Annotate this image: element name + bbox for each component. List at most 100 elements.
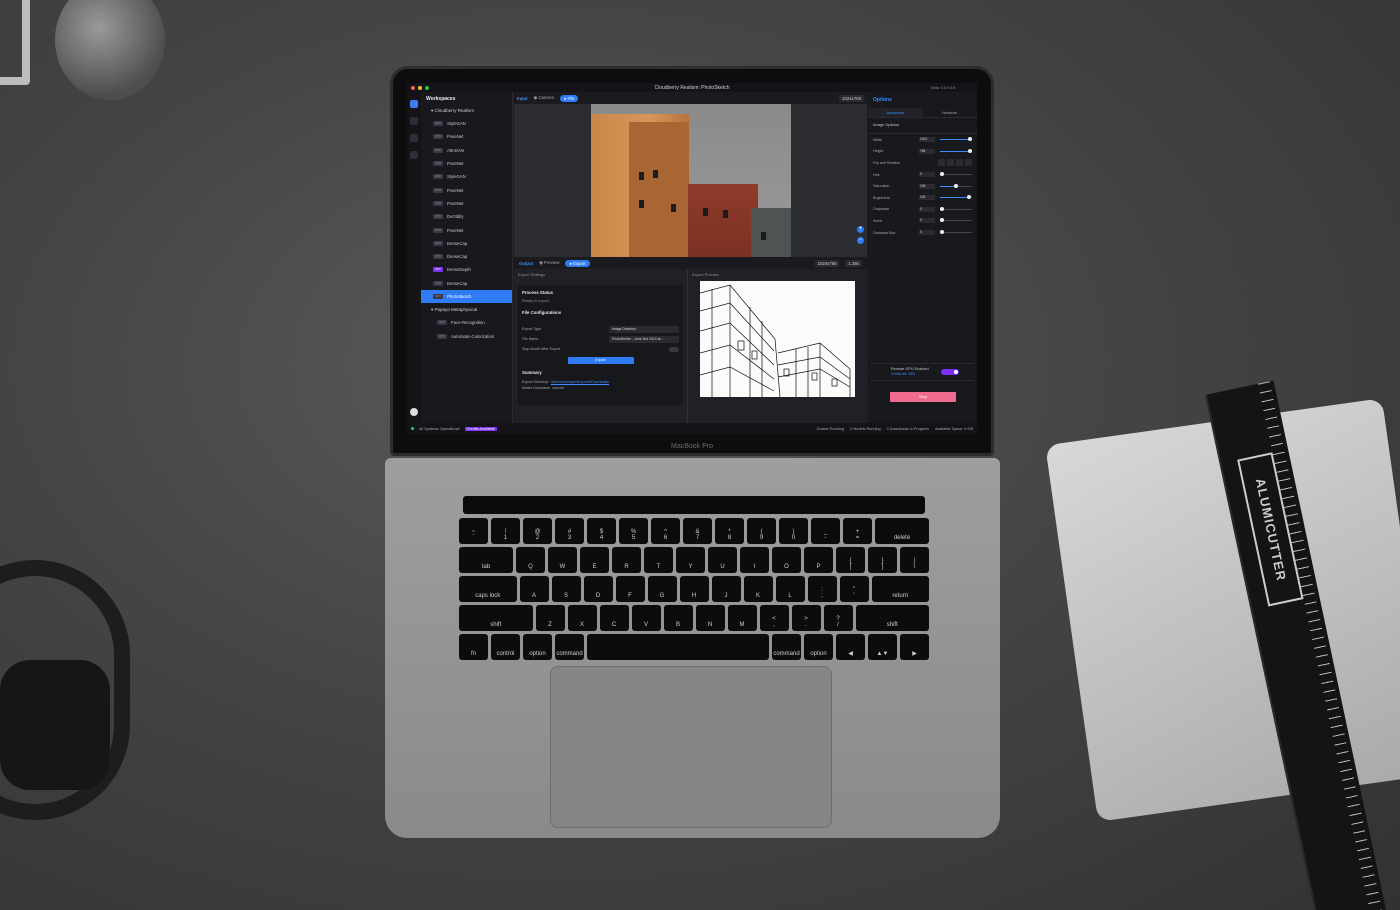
key[interactable]: Y — [676, 547, 705, 573]
sidebar-item-stylegan[interactable]: GPU StyleGAN — [421, 170, 512, 183]
key[interactable]: G — [647, 576, 677, 602]
key[interactable]: K — [743, 576, 773, 602]
avatar[interactable] — [410, 408, 418, 416]
flip-horizontal-icon[interactable] — [938, 159, 945, 167]
models-icon[interactable] — [410, 151, 418, 159]
sidebar-item-photosketch[interactable]: GPU PhotoSketch — [421, 289, 512, 304]
key[interactable]: Q — [516, 547, 545, 573]
tab-advanced[interactable]: Advanced — [868, 108, 923, 117]
sidebar-item-densecap[interactable]: GPU DenseCap — [421, 237, 512, 250]
stop-button[interactable]: Stop — [890, 392, 956, 402]
key[interactable]: @ 2 — [523, 518, 552, 544]
key[interactable]: shift — [459, 605, 533, 631]
key[interactable]: % 5 — [619, 518, 648, 544]
layers-icon[interactable] — [410, 117, 418, 125]
saturation-slider[interactable] — [940, 183, 972, 188]
key[interactable]: ( 9 — [747, 518, 776, 544]
export-button[interactable]: Export — [567, 357, 634, 364]
key[interactable]: T — [644, 547, 673, 573]
sidebar-item-stylegan[interactable]: GPU StyleGAN — [421, 117, 512, 130]
height-slider-handle[interactable] — [968, 148, 973, 153]
key[interactable]: { [ — [836, 547, 865, 573]
tab-network[interactable]: Network — [923, 108, 978, 117]
key[interactable]: W — [548, 547, 577, 573]
key[interactable]: $ 4 — [587, 518, 616, 544]
trackpad[interactable] — [550, 666, 832, 828]
sidebar-item-deoldify[interactable]: CPU DeOldify — [421, 210, 512, 223]
file-tab[interactable]: ● File — [559, 94, 579, 102]
key[interactable]: ? / — [823, 605, 853, 631]
key[interactable]: F — [615, 576, 645, 602]
link-icon[interactable] — [410, 134, 418, 142]
width-value-input[interactable]: 1024 — [919, 137, 935, 143]
key[interactable]: P — [804, 547, 833, 573]
key[interactable]: command — [772, 634, 801, 660]
key[interactable]: S — [551, 576, 581, 602]
key[interactable]: tab — [459, 547, 513, 573]
height-value-input[interactable]: 768 — [919, 148, 935, 154]
blur-slider-handle[interactable] — [939, 230, 944, 235]
key[interactable]: X — [567, 605, 597, 631]
key[interactable]: shift — [855, 605, 929, 631]
key[interactable]: A — [519, 576, 549, 602]
sidebar-item-densedepth[interactable]: GPU DenseDepth — [421, 263, 512, 276]
hue-slider-handle[interactable] — [939, 172, 944, 177]
sidebar-item-face-recognition[interactable]: CPU Face-Recognition — [421, 316, 512, 329]
key[interactable]: M — [727, 605, 757, 631]
key[interactable]: delete — [875, 518, 929, 544]
key[interactable]: ^ 6 — [651, 518, 680, 544]
hue-slider[interactable] — [939, 172, 972, 177]
key[interactable]: return — [871, 576, 929, 602]
key[interactable]: E — [580, 547, 609, 573]
zoom-in-button[interactable]: + — [857, 226, 864, 233]
export-tab[interactable]: ● Export — [565, 259, 590, 267]
key[interactable]: C — [599, 605, 629, 631]
key[interactable]: : ; — [807, 576, 837, 602]
key[interactable]: O — [772, 547, 801, 573]
sidebar-item-densecap[interactable]: CPU DenseCap — [421, 277, 512, 290]
key[interactable]: _ - — [811, 518, 840, 544]
credits-badge[interactable]: Credits Available — [464, 426, 497, 431]
export-directory-link[interactable]: /Users/runwayml/exports/Downloads — [551, 380, 609, 384]
key[interactable]: caps lock — [459, 576, 517, 602]
invert-slider-handle[interactable] — [939, 218, 944, 223]
touch-bar[interactable] — [463, 496, 925, 514]
key[interactable]: " ' — [839, 576, 869, 602]
key[interactable]: B — [663, 605, 693, 631]
key[interactable]: L — [775, 576, 805, 602]
key[interactable]: R — [612, 547, 641, 573]
workspace-group-cloudberry[interactable]: ▾ Cloudberry Realism — [421, 106, 512, 117]
brightness-value-input[interactable]: 100 — [919, 195, 935, 201]
zoom-out-button[interactable]: − — [857, 237, 864, 244]
flip-vertical-icon[interactable] — [947, 159, 954, 167]
key[interactable]: option — [804, 634, 833, 660]
rotate-left-icon[interactable] — [956, 159, 963, 167]
key[interactable]: Z — [535, 605, 565, 631]
key[interactable]: ◀ — [836, 634, 865, 660]
file-name-input[interactable]: PhotoSketch - June 3nd 2019 at... — [609, 335, 679, 343]
width-slider[interactable] — [940, 137, 973, 142]
key[interactable]: fn — [459, 634, 488, 660]
workspaces-icon[interactable] — [410, 100, 418, 108]
key[interactable]: V — [631, 605, 661, 631]
blur-slider[interactable] — [939, 230, 972, 235]
key[interactable]: * 8 — [715, 518, 744, 544]
height-slider[interactable] — [940, 148, 973, 153]
hue-value-input[interactable]: 0 — [919, 172, 935, 178]
brightness-slider[interactable] — [940, 195, 972, 200]
sidebar-item-densecap[interactable]: CPU DenseCap — [421, 250, 512, 263]
stop-model-toggle[interactable] — [669, 346, 679, 352]
key[interactable]: } ] — [868, 547, 897, 573]
remote-gpu-toggle[interactable] — [941, 369, 959, 375]
invert-value-input[interactable]: 0 — [919, 218, 935, 224]
key[interactable]: + = — [843, 518, 872, 544]
blur-value-input[interactable]: 0 — [919, 230, 935, 236]
preview-tab[interactable]: ◉ Preview — [539, 260, 559, 266]
sidebar-item-posenet[interactable]: CPU PoseNet — [421, 183, 512, 196]
key[interactable]: ▶ — [900, 634, 929, 660]
brightness-slider-handle[interactable] — [967, 195, 972, 200]
key[interactable]: N — [695, 605, 725, 631]
key[interactable]: J — [711, 576, 741, 602]
grayscale-slider-handle[interactable] — [939, 206, 944, 211]
key[interactable]: & 7 — [683, 518, 712, 544]
